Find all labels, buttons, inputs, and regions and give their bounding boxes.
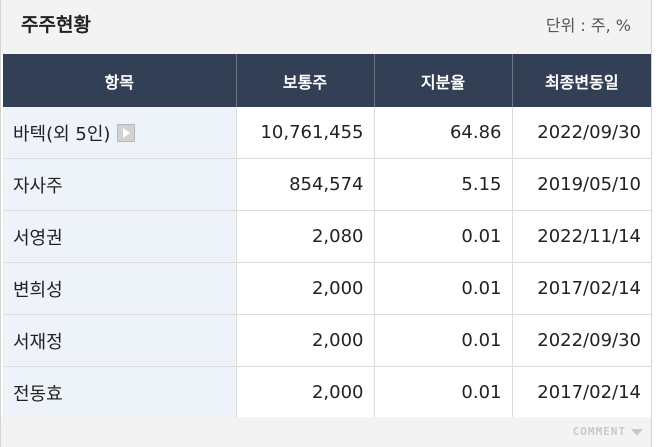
shareholder-panel: 주주현황 단위 : 주, % 항목 보통주 지분율 최종변동일 바텍(외 5인)…: [0, 0, 652, 447]
ratio-cell: 5.15: [373, 158, 512, 211]
ratio-cell: 0.01: [373, 314, 512, 367]
comment-label: COMMENT: [572, 425, 626, 438]
date-cell: 2019/05/10: [511, 158, 651, 211]
date-cell: 2017/02/14: [511, 262, 651, 315]
shareholder-name: 바텍(외 5인): [13, 123, 111, 145]
panel-header: 주주현황 단위 : 주, %: [1, 0, 651, 54]
date-cell: 2022/11/14: [511, 210, 651, 263]
date-cell: 2022/09/30: [511, 314, 651, 367]
panel-footer: COMMENT: [1, 417, 651, 447]
shareholder-name-cell: 서재정: [3, 314, 236, 367]
table-row: 자사주 854,574 5.15 2019/05/10: [3, 158, 651, 211]
panel-title: 주주현황: [21, 14, 91, 36]
date-cell: 2022/09/30: [511, 107, 651, 159]
shares-cell: 2,000: [235, 314, 374, 367]
table-row: 바텍(외 5인) 10,761,455 64.86 2022/09/30: [3, 107, 651, 159]
ratio-cell: 64.86: [373, 107, 512, 159]
comment-toggle-button[interactable]: COMMENT: [573, 425, 643, 438]
date-cell: 2017/02/14: [511, 366, 651, 419]
shares-cell: 854,574: [235, 158, 374, 211]
table-row: 서재정 2,000 0.01 2022/09/30: [3, 314, 651, 367]
expand-play-icon[interactable]: [117, 123, 136, 142]
column-header-last-change-date: 최종변동일: [511, 54, 651, 107]
ratio-cell: 0.01: [373, 366, 512, 419]
column-header-item: 항목: [3, 54, 236, 107]
column-header-ownership-ratio: 지분율: [373, 54, 512, 107]
shares-cell: 10,761,455: [235, 107, 374, 159]
shareholder-name-cell: 변희성: [3, 262, 236, 315]
table-row: 변희성 2,000 0.01 2017/02/14: [3, 262, 651, 315]
shareholder-table: 항목 보통주 지분율 최종변동일 바텍(외 5인) 10,761,455 64.…: [3, 54, 651, 419]
unit-label: 단위 : 주, %: [545, 16, 631, 35]
chevron-down-icon: [631, 428, 643, 436]
shares-cell: 2,000: [235, 366, 374, 419]
column-header-common-shares: 보통주: [235, 54, 374, 107]
shares-cell: 2,080: [235, 210, 374, 263]
table-header-row: 항목 보통주 지분율 최종변동일: [3, 54, 651, 107]
shareholder-name-cell: 바텍(외 5인): [3, 107, 236, 159]
table-row: 전동효 2,000 0.01 2017/02/14: [3, 366, 651, 419]
shareholder-name-cell: 서영권: [3, 210, 236, 263]
table-row: 서영권 2,080 0.01 2022/11/14: [3, 210, 651, 263]
shares-cell: 2,000: [235, 262, 374, 315]
ratio-cell: 0.01: [373, 210, 512, 263]
shareholder-name-cell: 자사주: [3, 158, 236, 211]
ratio-cell: 0.01: [373, 262, 512, 315]
shareholder-name-cell: 전동효: [3, 366, 236, 419]
